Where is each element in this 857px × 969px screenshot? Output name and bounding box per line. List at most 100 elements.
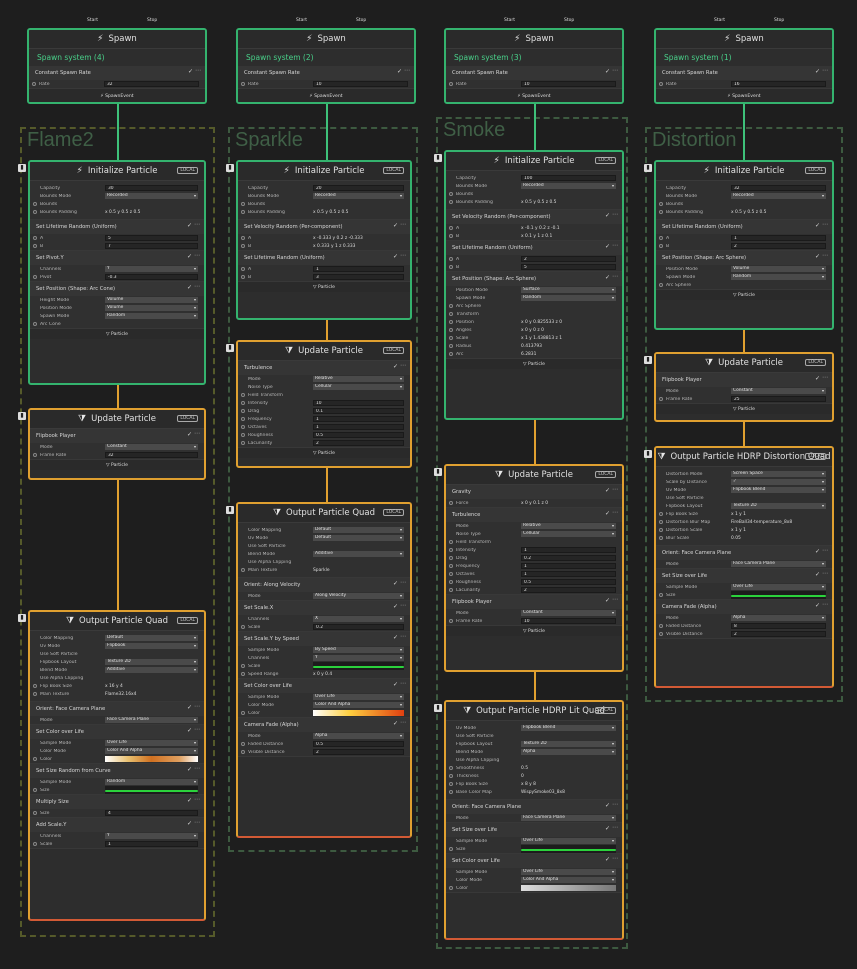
input-port[interactable]	[33, 788, 37, 792]
property-dropdown[interactable]: Color And Alpha	[105, 748, 198, 754]
property-dropdown[interactable]: Texture 2D	[521, 741, 616, 747]
more-icon[interactable]: ⋯	[194, 703, 200, 710]
more-icon[interactable]: ⋯	[400, 680, 406, 687]
property-dropdown[interactable]: Along Velocity	[313, 593, 404, 599]
input-port[interactable]	[449, 564, 453, 568]
more-icon[interactable]: ⋯	[194, 765, 200, 772]
input-port[interactable]	[659, 82, 663, 86]
more-icon[interactable]: ⋯	[612, 824, 618, 831]
input-port[interactable]	[449, 192, 453, 196]
enable-checkbox[interactable]: ✓	[187, 797, 192, 804]
property-dropdown[interactable]: Flipbook	[105, 643, 198, 649]
enable-checkbox[interactable]: ✓	[815, 375, 820, 382]
more-icon[interactable]: ⋯	[612, 596, 618, 603]
property-dropdown[interactable]: Cellular	[313, 384, 404, 390]
lifetime-block[interactable]: Set Lifetime Random (Uniform) ✓ ⋯ A 2 B 5	[446, 241, 622, 272]
input-port[interactable]	[33, 692, 37, 696]
input-port[interactable]	[241, 625, 245, 629]
input-port[interactable]	[449, 886, 453, 890]
property-dropdown[interactable]: Texture 2D	[105, 659, 198, 665]
color-block[interactable]: Set Color over Life ✓ ⋯ Sample Mode Over Lif…	[30, 725, 204, 764]
input-port[interactable]	[449, 320, 453, 324]
spawn-context[interactable]: ⚡ Spawn Spawn system (2) Constant Spawn Rat…	[236, 28, 416, 104]
multiply-size-block[interactable]: Multiply Size ✓ ⋯ Size 4	[30, 795, 204, 818]
input-port[interactable]	[241, 275, 245, 279]
property-field[interactable]: 1	[313, 266, 404, 272]
distortion-initialize-context[interactable]: ⚡ Initialize Particle LOCAL Capacity 32 Bound…	[654, 160, 834, 330]
more-icon[interactable]: ⋯	[822, 374, 828, 381]
turbulence-block[interactable]: Turbulence✓⋯Mode Relative Noise Type Cellul…	[238, 361, 410, 448]
property-field[interactable]: 5	[105, 235, 198, 241]
property-dropdown[interactable]: Random	[521, 295, 616, 301]
property-dropdown[interactable]: Additive	[313, 551, 404, 557]
input-port[interactable]	[449, 774, 453, 778]
input-port[interactable]	[659, 244, 663, 248]
property-dropdown[interactable]: Surface	[521, 287, 616, 293]
input-port[interactable]	[659, 236, 663, 240]
enable-checkbox[interactable]: ✓	[815, 68, 820, 75]
property-field[interactable]: 3	[313, 274, 404, 280]
property-field[interactable]: 1	[521, 547, 616, 553]
more-icon[interactable]: ⋯	[822, 67, 828, 74]
enable-checkbox[interactable]: ✓	[815, 602, 820, 609]
property-field[interactable]: 8	[731, 623, 826, 629]
scale-x-block[interactable]: Set Scale.X✓⋯Channels X Scale 0.2	[238, 601, 410, 632]
more-icon[interactable]: ⋯	[194, 726, 200, 733]
input-port[interactable]	[659, 593, 663, 597]
input-port[interactable]	[449, 588, 453, 592]
spawn-context[interactable]: ⚡ Spawn Spawn system (3) Constant Spawn Rat…	[444, 28, 624, 104]
input-port[interactable]	[659, 283, 663, 287]
input-port[interactable]	[659, 536, 663, 540]
property-field[interactable]: 0.1	[313, 408, 404, 414]
property-dropdown[interactable]: By Speed	[313, 647, 404, 653]
input-port[interactable]	[659, 210, 663, 214]
enable-checkbox[interactable]: ✓	[393, 363, 398, 370]
property-dropdown[interactable]: Y	[105, 833, 198, 839]
property-dropdown[interactable]: ✓	[731, 479, 826, 485]
lifetime-block[interactable]: Set Lifetime Random (Uniform) ✓ ⋯ A 1 B 2	[656, 220, 832, 251]
input-port[interactable]	[449, 548, 453, 552]
input-port[interactable]	[449, 336, 453, 340]
orient-block[interactable]: Orient: Face Camera Plane ✓ ⋯ Mode Face Came…	[656, 546, 832, 569]
property-dropdown[interactable]: Recorded	[521, 183, 616, 189]
input-port[interactable]	[32, 82, 36, 86]
constant-spawn-rate-block[interactable]: Constant Spawn Rate ✓ ⋯ Rate 32	[29, 66, 205, 89]
property-field[interactable]: 32	[105, 452, 198, 458]
input-port[interactable]	[241, 244, 245, 248]
input-port[interactable]	[241, 750, 245, 754]
arc-cone-block[interactable]: Set Position (Shape: Arc Cone) ✓ ⋯ Height M…	[30, 282, 204, 329]
scale-by-speed-block[interactable]: Set Scale.Y by Speed ✓ ⋯ Sample Mode By Spee…	[238, 632, 410, 679]
input-port[interactable]	[449, 344, 453, 348]
more-icon[interactable]: ⋯	[194, 819, 200, 826]
velocity-block[interactable]: Set Velocity Random (Per-component) ✓ ⋯ Ax …	[238, 220, 410, 251]
property-dropdown[interactable]: Relative	[313, 376, 404, 382]
property-field[interactable]: 2	[731, 243, 826, 249]
property-dropdown[interactable]: Flipbook Blend	[521, 725, 616, 731]
enable-checkbox[interactable]: ✓	[188, 68, 193, 75]
input-port[interactable]	[449, 501, 453, 505]
property-dropdown[interactable]: Face Camera Plane	[521, 815, 616, 821]
enable-checkbox[interactable]: ✓	[393, 681, 398, 688]
input-port[interactable]	[449, 265, 453, 269]
enable-checkbox[interactable]: ✓	[187, 253, 192, 260]
flipbook-block[interactable]: Flipbook Player✓⋯Mode Constant Frame Rate 3…	[30, 429, 204, 460]
input-port[interactable]	[241, 409, 245, 413]
vfx-graph-canvas[interactable]: Flame2 Sparkle Smoke Distortion Start Stop ⚡ Sp…	[0, 0, 857, 969]
property-dropdown[interactable]: Screen Space	[731, 471, 826, 477]
color-gradient[interactable]	[313, 710, 404, 716]
property-field[interactable]: 2	[313, 749, 404, 755]
input-port[interactable]	[449, 226, 453, 230]
input-port[interactable]	[241, 672, 245, 676]
flipbook-block[interactable]: Flipbook Player✓⋯Mode Constant Frame Rate 1…	[446, 595, 622, 626]
color-gradient[interactable]	[521, 885, 616, 891]
input-port[interactable]	[449, 766, 453, 770]
enable-checkbox[interactable]: ✓	[187, 704, 192, 711]
input-port[interactable]	[241, 742, 245, 746]
property-dropdown[interactable]: Flipbook Blend	[731, 487, 826, 493]
property-dropdown[interactable]: Recorded	[313, 193, 404, 199]
property-dropdown[interactable]: Default	[105, 635, 198, 641]
property-dropdown[interactable]: Color And Alpha	[521, 877, 616, 883]
property-dropdown[interactable]: Y	[313, 655, 404, 661]
spawn-context[interactable]: ⚡ Spawn Spawn system (4) Constant Spawn Rat…	[27, 28, 207, 104]
property-dropdown[interactable]: Constant	[105, 444, 198, 450]
